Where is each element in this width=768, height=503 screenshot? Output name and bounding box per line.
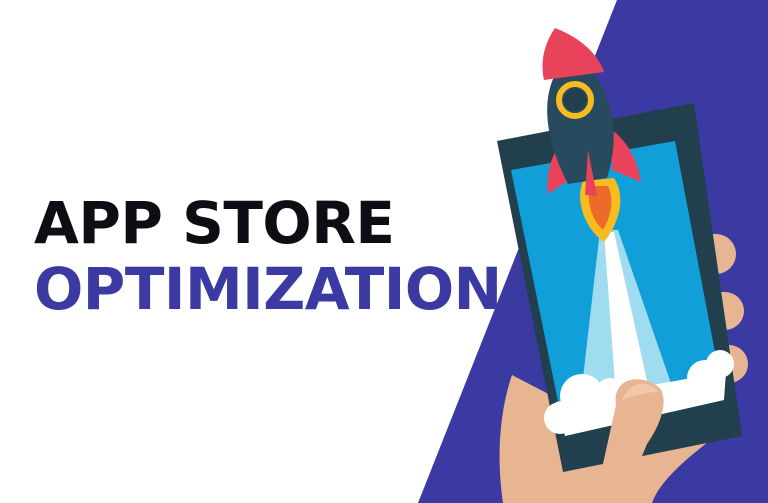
headline-line-2: OPTIMIZATION bbox=[34, 255, 502, 323]
headline: APP STORE OPTIMIZATION bbox=[34, 189, 502, 323]
aso-banner: APP STORE OPTIMIZATION bbox=[0, 0, 768, 503]
headline-line-1: APP STORE bbox=[34, 189, 395, 257]
